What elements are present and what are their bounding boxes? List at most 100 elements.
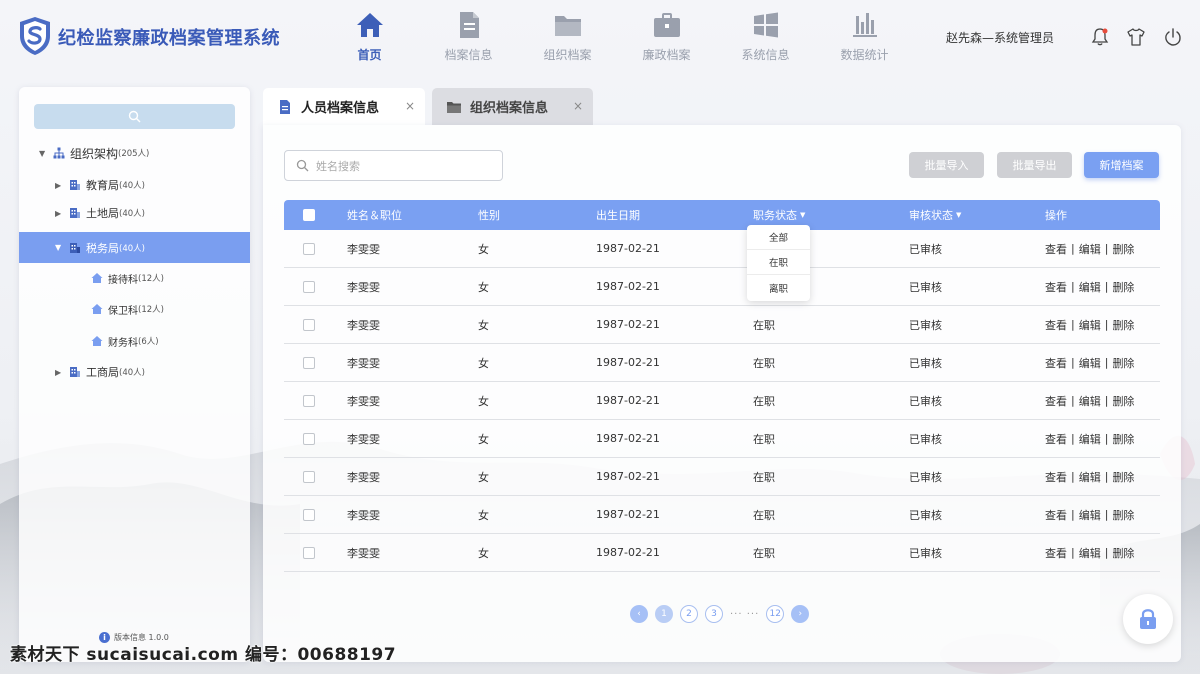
row-checkbox[interactable] bbox=[303, 432, 315, 445]
view-link[interactable]: 查看 bbox=[1045, 317, 1067, 333]
row-checkbox[interactable] bbox=[303, 394, 315, 407]
filter-option-all[interactable]: 全部 bbox=[747, 225, 810, 250]
close-icon[interactable]: × bbox=[573, 99, 583, 113]
nav-archive-info[interactable]: 档案信息 bbox=[419, 10, 518, 66]
edit-link[interactable]: 编辑 bbox=[1079, 545, 1101, 561]
edit-link[interactable]: 编辑 bbox=[1079, 469, 1101, 485]
cell-name: 李雯雯 bbox=[347, 356, 380, 370]
col-ops: 操作 bbox=[1045, 209, 1067, 222]
tree-item-security[interactable]: 保卫科 (12人) bbox=[19, 295, 250, 323]
shield-logo-icon bbox=[20, 17, 50, 55]
prev-page-button[interactable]: ‹ bbox=[630, 605, 648, 623]
row-checkbox[interactable] bbox=[303, 546, 315, 559]
tab-person-archive[interactable]: 人员档案信息 × bbox=[263, 88, 425, 125]
col-audit-label: 审核状态 bbox=[909, 209, 953, 222]
page-button-3[interactable]: 3 bbox=[705, 605, 723, 623]
row-checkbox[interactable] bbox=[303, 508, 315, 521]
tree-item-land[interactable]: ▶ 土地局 (40人) bbox=[19, 199, 250, 227]
nav-system-info[interactable]: 系统信息 bbox=[716, 10, 815, 66]
tab-org-archive[interactable]: 组织档案信息 × bbox=[432, 88, 593, 125]
cell-status: 在职 bbox=[753, 432, 775, 446]
col-gender: 性别 bbox=[478, 209, 500, 222]
close-icon[interactable]: × bbox=[405, 99, 415, 113]
page-button-1[interactable]: 1 bbox=[655, 605, 673, 623]
select-all-checkbox[interactable] bbox=[303, 209, 315, 221]
nav-data-stats[interactable]: 数据统计 bbox=[815, 10, 914, 66]
tree-item-commerce[interactable]: ▶ 工商局 (40人) bbox=[19, 358, 250, 386]
tshirt-icon[interactable] bbox=[1126, 27, 1146, 47]
view-link[interactable]: 查看 bbox=[1045, 507, 1067, 523]
delete-link[interactable]: 删除 bbox=[1112, 507, 1134, 523]
row-actions: 查看 | 编辑 | 删除 bbox=[1045, 420, 1134, 457]
user-name[interactable]: 赵先森—系统管理员 bbox=[946, 29, 1054, 46]
cell-audit: 已审核 bbox=[909, 394, 942, 408]
tree-label: 财务科 bbox=[108, 337, 138, 349]
edit-link[interactable]: 编辑 bbox=[1079, 355, 1101, 371]
tree-root-org[interactable]: ▼ 组织架构 (205人) bbox=[19, 139, 250, 167]
filter-option-active[interactable]: 在职 bbox=[747, 250, 810, 275]
power-icon[interactable] bbox=[1163, 27, 1183, 47]
table-row: 李雯雯女 1987-02-21 在职 已审核 查看 | 编辑 | 删除 bbox=[284, 534, 1160, 572]
tree-item-education[interactable]: ▶ 教育局 (40人) bbox=[19, 171, 250, 199]
row-checkbox[interactable] bbox=[303, 318, 315, 331]
row-checkbox[interactable] bbox=[303, 242, 315, 255]
delete-link[interactable]: 删除 bbox=[1112, 317, 1134, 333]
cell-name: 李雯雯 bbox=[347, 470, 380, 484]
edit-link[interactable]: 编辑 bbox=[1079, 393, 1101, 409]
filter-option-left[interactable]: 离职 bbox=[747, 275, 810, 300]
page-button-2[interactable]: 2 bbox=[680, 605, 698, 623]
nav-integrity-archive[interactable]: 廉政档案 bbox=[617, 10, 716, 66]
cell-audit: 已审核 bbox=[909, 508, 942, 522]
delete-link[interactable]: 删除 bbox=[1112, 545, 1134, 561]
view-link[interactable]: 查看 bbox=[1045, 431, 1067, 447]
delete-link[interactable]: 删除 bbox=[1112, 393, 1134, 409]
row-checkbox[interactable] bbox=[303, 470, 315, 483]
cell-status: 在职 bbox=[753, 356, 775, 370]
search-icon bbox=[128, 110, 141, 123]
view-link[interactable]: 查看 bbox=[1045, 279, 1067, 295]
row-checkbox[interactable] bbox=[303, 356, 315, 369]
batch-import-button[interactable]: 批量导入 bbox=[909, 152, 984, 178]
tree-item-finance[interactable]: 财务科 (6人) bbox=[19, 327, 250, 355]
ops-separator: | bbox=[1071, 432, 1075, 445]
row-actions: 查看 | 编辑 | 删除 bbox=[1045, 268, 1134, 305]
bell-icon[interactable] bbox=[1090, 27, 1110, 47]
tree-item-reception[interactable]: 接待科 (12人) bbox=[19, 264, 250, 292]
delete-link[interactable]: 删除 bbox=[1112, 469, 1134, 485]
cell-status: 在职 bbox=[753, 394, 775, 408]
row-checkbox[interactable] bbox=[303, 280, 315, 293]
lock-screen-button[interactable] bbox=[1123, 594, 1173, 644]
nav-org-archive[interactable]: 组织档案 bbox=[518, 10, 617, 66]
delete-link[interactable]: 删除 bbox=[1112, 431, 1134, 447]
page-button-last[interactable]: 12 bbox=[766, 605, 785, 623]
next-page-button[interactable]: › bbox=[791, 605, 810, 623]
batch-export-button[interactable]: 批量导出 bbox=[997, 152, 1072, 178]
delete-link[interactable]: 删除 bbox=[1112, 355, 1134, 371]
search-icon bbox=[296, 159, 309, 172]
name-search-input[interactable]: 姓名搜索 bbox=[284, 150, 503, 181]
edit-link[interactable]: 编辑 bbox=[1079, 431, 1101, 447]
view-link[interactable]: 查看 bbox=[1045, 393, 1067, 409]
add-archive-button[interactable]: 新增档案 bbox=[1084, 152, 1159, 178]
nav-label: 档案信息 bbox=[444, 48, 493, 62]
table-body: 李雯雯女 1987-02-21 已审核 查看 | 编辑 | 删除 李雯雯女 1987-02-21 已… bbox=[284, 230, 1160, 572]
edit-link[interactable]: 编辑 bbox=[1079, 279, 1101, 295]
delete-link[interactable]: 删除 bbox=[1112, 241, 1134, 257]
edit-link[interactable]: 编辑 bbox=[1079, 241, 1101, 257]
cell-gender: 女 bbox=[478, 432, 489, 446]
nav-home[interactable]: 首页 bbox=[320, 10, 419, 66]
col-audit-filter[interactable]: 审核状态 ▼ bbox=[909, 200, 961, 230]
ops-separator: | bbox=[1071, 546, 1075, 559]
view-link[interactable]: 查看 bbox=[1045, 355, 1067, 371]
view-link[interactable]: 查看 bbox=[1045, 469, 1067, 485]
expand-arrow-icon: ▼ bbox=[39, 148, 46, 158]
table-row: 李雯雯女 1987-02-21 已审核 查看 | 编辑 | 删除 bbox=[284, 268, 1160, 306]
edit-link[interactable]: 编辑 bbox=[1079, 507, 1101, 523]
tree-search-button[interactable] bbox=[34, 104, 235, 129]
nav-label: 系统信息 bbox=[741, 48, 790, 62]
edit-link[interactable]: 编辑 bbox=[1079, 317, 1101, 333]
tree-item-tax[interactable]: ▼ 税务局 (40人) bbox=[19, 232, 250, 263]
view-link[interactable]: 查看 bbox=[1045, 545, 1067, 561]
view-link[interactable]: 查看 bbox=[1045, 241, 1067, 257]
delete-link[interactable]: 删除 bbox=[1112, 279, 1134, 295]
